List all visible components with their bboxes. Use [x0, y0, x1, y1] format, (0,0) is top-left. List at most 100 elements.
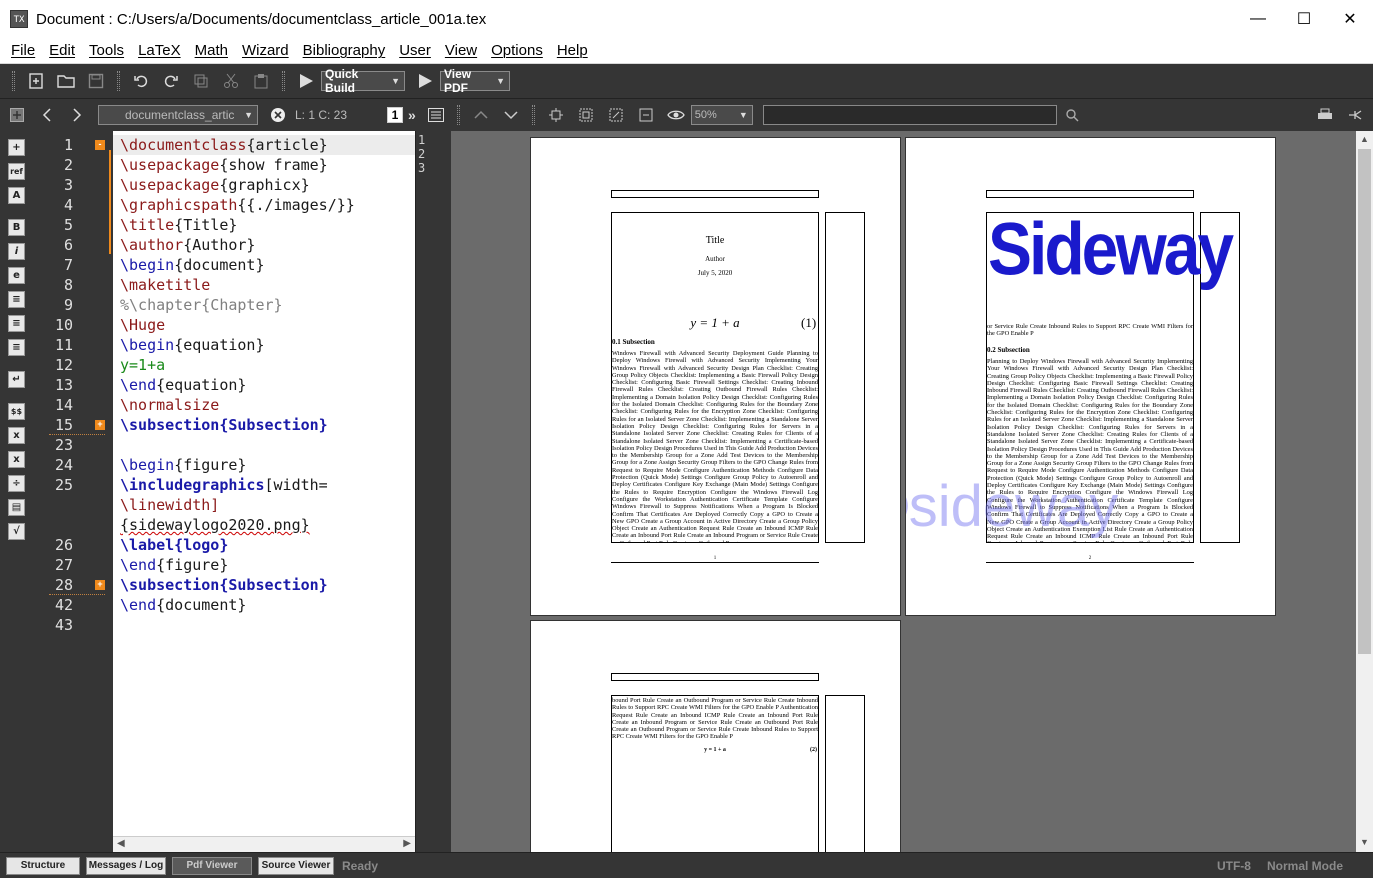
insert-structure-icon[interactable]: + — [8, 139, 25, 156]
ref-icon[interactable]: ref — [8, 163, 25, 180]
back-arrow-icon[interactable] — [35, 103, 59, 127]
zoom-dropdown[interactable]: 50% ▼ — [690, 105, 753, 125]
source-viewer-tab[interactable]: Source Viewer — [258, 856, 334, 875]
line-number: 1 — [63, 136, 73, 154]
save-icon[interactable] — [84, 69, 108, 93]
outline-list-icon[interactable] — [424, 103, 448, 127]
scroll-right-icon[interactable]: ▶ — [403, 838, 411, 849]
footer-rule — [986, 562, 1194, 563]
menu-tools[interactable]: Tools — [82, 42, 131, 59]
pdf-viewer[interactable]: Title Author July 5, 2020 y = 1 + a (1) … — [451, 131, 1356, 852]
dfrac-icon[interactable]: ▤ — [8, 499, 25, 516]
menu-latex[interactable]: LaTeX — [131, 42, 188, 59]
pdf-page-1[interactable]: Title Author July 5, 2020 y = 1 + a (1) … — [530, 137, 901, 616]
zoom-window-icon[interactable] — [634, 103, 658, 127]
fit-width-icon[interactable] — [574, 103, 598, 127]
structure-toggle-icon[interactable] — [5, 103, 29, 127]
encoding-indicator[interactable]: UTF-8 — [1217, 859, 1251, 873]
fold-toggle[interactable]: + — [95, 420, 105, 430]
line-number: 7 — [63, 256, 73, 274]
paste-icon[interactable] — [249, 69, 273, 93]
messages-log-tab[interactable]: Messages / Log — [86, 856, 166, 875]
close-button[interactable]: ✕ — [1327, 0, 1373, 38]
align-left-icon[interactable]: ≡ — [8, 291, 25, 308]
section-heading: 0.1 Subsection — [612, 338, 655, 346]
new-file-icon[interactable] — [24, 69, 48, 93]
superscript-icon[interactable]: x — [8, 451, 25, 468]
undo-icon[interactable] — [129, 69, 153, 93]
page-number-box[interactable]: 1 — [387, 107, 403, 123]
cut-icon[interactable] — [219, 69, 243, 93]
subscript-icon[interactable]: x — [8, 427, 25, 444]
toolbar-separator — [282, 71, 285, 91]
print-icon[interactable] — [1313, 103, 1337, 127]
scroll-left-icon[interactable]: ◀ — [117, 838, 125, 849]
pdf-page-2[interactable]: Sideway or Service Rule Create Inbound R… — [905, 137, 1276, 616]
fit-actual-icon[interactable] — [544, 103, 568, 127]
scroll-up-icon[interactable]: ▲ — [1360, 134, 1369, 144]
menu-edit[interactable]: Edit — [42, 42, 82, 59]
emphasis-icon[interactable]: e — [8, 267, 25, 284]
math-mode-icon[interactable]: $$ — [8, 403, 25, 420]
pdf-line-number: 3 — [418, 161, 426, 175]
newline-icon[interactable]: ↵ — [8, 371, 25, 388]
run-build-icon[interactable] — [294, 69, 318, 93]
bold-icon[interactable]: B — [8, 219, 25, 236]
menu-bibliography[interactable]: Bibliography — [296, 42, 393, 59]
fraction-icon[interactable]: ÷ — [8, 475, 25, 492]
scroll-down-icon[interactable]: ▼ — [1360, 837, 1369, 847]
scroll-thumb[interactable] — [1358, 149, 1371, 654]
toolbar-separator — [117, 71, 120, 91]
fold-toggle[interactable]: + — [95, 580, 105, 590]
page-up-icon[interactable] — [469, 103, 493, 127]
fit-page-icon[interactable] — [604, 103, 628, 127]
code-line: \includegraphics[width= — [120, 476, 328, 494]
fold-toggle[interactable]: - — [95, 140, 105, 150]
pdf-viewer-tab[interactable]: Pdf Viewer — [172, 856, 252, 875]
pdf-vertical-scrollbar[interactable]: ▲ ▼ — [1356, 131, 1373, 852]
document-tab-dropdown[interactable]: documentclass_artic ▼ — [98, 105, 258, 125]
pdf-page-3[interactable]: bound Port Rule Create an Outbound Progr… — [530, 620, 901, 852]
code-editor[interactable]: \documentclass{article} \usepackage{show… — [113, 131, 415, 852]
footer-rule — [611, 562, 819, 563]
maximize-button[interactable]: ☐ — [1281, 0, 1327, 38]
run-view-icon[interactable] — [413, 69, 437, 93]
italic-icon[interactable]: i — [8, 243, 25, 260]
page-down-icon[interactable] — [499, 103, 523, 127]
open-folder-icon[interactable] — [54, 69, 78, 93]
menu-view[interactable]: View — [438, 42, 484, 59]
forward-arrow-icon[interactable] — [65, 103, 89, 127]
menu-math[interactable]: Math — [188, 42, 235, 59]
cursor-position: L: 1 C: 23 — [295, 108, 348, 122]
menu-wizard[interactable]: Wizard — [235, 42, 296, 59]
align-center-icon[interactable]: ≡ — [8, 315, 25, 332]
view-pdf-dropdown[interactable]: View PDF ▼ — [440, 67, 510, 95]
copy-icon[interactable] — [189, 69, 213, 93]
more-chevron-icon[interactable]: » — [408, 107, 416, 123]
menu-file[interactable]: File — [4, 42, 42, 59]
menu-options[interactable]: Options — [484, 42, 550, 59]
line-number: 28 — [54, 576, 73, 594]
redo-icon[interactable] — [159, 69, 183, 93]
menu-help[interactable]: Help — [550, 42, 595, 59]
sqrt-icon[interactable]: √ — [8, 523, 25, 540]
code-line: \end{figure} — [120, 556, 229, 574]
mode-indicator[interactable]: Normal Mode — [1267, 859, 1343, 873]
eye-icon[interactable] — [664, 103, 688, 127]
minimize-button[interactable]: — — [1235, 0, 1281, 38]
line-number: 10 — [54, 316, 73, 334]
pdf-search-input[interactable] — [762, 105, 1057, 125]
search-icon[interactable] — [1060, 103, 1084, 127]
font-size-icon[interactable]: A — [8, 187, 25, 204]
structure-tab[interactable]: Structure — [6, 856, 80, 875]
chevron-down-icon: ▼ — [391, 76, 400, 86]
pin-icon[interactable] — [1343, 103, 1367, 127]
close-document-icon[interactable] — [266, 103, 290, 127]
quick-build-dropdown[interactable]: Quick Build ▼ — [321, 67, 405, 95]
align-right-icon[interactable]: ≡ — [8, 339, 25, 356]
editor-horizontal-scrollbar[interactable]: ◀ ▶ — [113, 836, 415, 852]
equation: y = 1 + a — [704, 747, 726, 753]
margin-frame — [825, 695, 865, 852]
menu-user[interactable]: User — [392, 42, 438, 59]
page-number: 1 — [713, 556, 717, 561]
